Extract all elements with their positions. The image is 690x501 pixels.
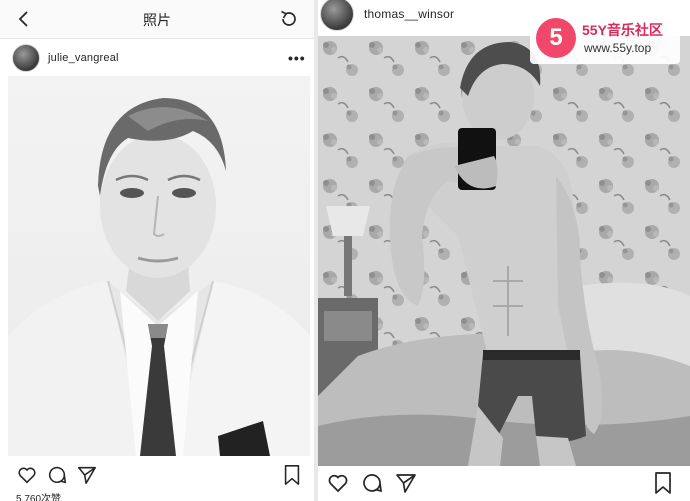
post-photo [8, 76, 310, 456]
watermark-site-name: 55Y音乐社区 [582, 22, 663, 38]
comment-icon[interactable] [46, 464, 68, 486]
watermark-url: www.55y.top [584, 41, 652, 55]
refresh-icon[interactable] [278, 8, 300, 30]
nav-title: 照片 [143, 12, 171, 28]
post-actions [318, 468, 690, 496]
right-post-panel: thomas__winsor [318, 0, 690, 501]
bookmark-icon[interactable] [652, 471, 674, 495]
post-photo [318, 36, 690, 466]
heart-icon[interactable] [326, 471, 350, 495]
post-username[interactable]: thomas__winsor [364, 7, 454, 21]
comment-icon[interactable] [360, 471, 384, 495]
left-post-panel: 照片 julie_vangreal ••• 5,760次赞 [0, 0, 314, 501]
top-nav-bar: 照片 [0, 0, 314, 39]
post-actions [8, 460, 310, 488]
site-watermark: 5 55Y音乐社区 www.55y.top [530, 14, 680, 64]
post-username[interactable]: julie_vangreal [48, 52, 119, 64]
likes-count[interactable]: 5,760次赞 [16, 490, 61, 501]
watermark-logo: 5 [536, 18, 576, 58]
share-icon[interactable] [394, 471, 418, 495]
heart-icon[interactable] [16, 464, 38, 486]
mirror-selfie-image [318, 36, 690, 466]
share-icon[interactable] [76, 464, 98, 486]
portrait-image [8, 98, 310, 456]
avatar[interactable] [12, 44, 40, 72]
more-icon[interactable]: ••• [288, 50, 306, 66]
bookmark-icon[interactable] [282, 464, 302, 486]
post-header: julie_vangreal ••• [12, 38, 312, 78]
avatar[interactable] [320, 0, 354, 31]
